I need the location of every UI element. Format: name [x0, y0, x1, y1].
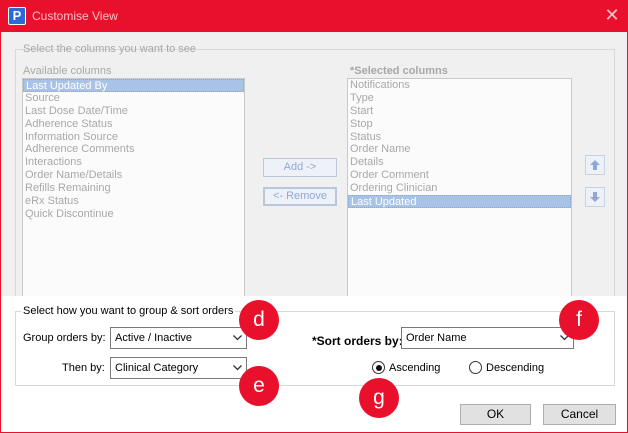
- close-icon[interactable]: ✕: [602, 5, 622, 25]
- list-item[interactable]: Interactions: [23, 156, 244, 169]
- selected-columns-list[interactable]: Notifications Type Start Stop Status Order Na…: [347, 78, 572, 300]
- list-item[interactable]: Last Updated By: [23, 79, 244, 92]
- callout-badge-g: g: [359, 378, 399, 418]
- list-item[interactable]: Order Name/Details: [23, 169, 244, 182]
- chevron-down-icon: [233, 365, 242, 371]
- list-item[interactable]: Quick Discontinue: [23, 208, 244, 221]
- arrow-down-icon: [590, 192, 600, 202]
- list-item[interactable]: Adherence Status: [23, 118, 244, 131]
- then-by-label: Then by:: [62, 362, 105, 374]
- list-item[interactable]: Adherence Comments: [23, 143, 244, 156]
- list-item[interactable]: Details: [348, 156, 571, 169]
- ok-button[interactable]: OK: [460, 404, 531, 425]
- callout-badge-e: e: [239, 366, 279, 406]
- callout-badge-f: f: [559, 300, 599, 340]
- available-columns-label: Available columns: [23, 65, 112, 77]
- callout-badge-d: d: [239, 300, 279, 340]
- group-by-value: Active / Inactive: [115, 332, 193, 344]
- title-bar: P Customise View ✕: [0, 0, 628, 32]
- descending-label[interactable]: Descending: [486, 362, 544, 374]
- remove-column-button[interactable]: <- Remove: [263, 187, 337, 206]
- list-item[interactable]: Type: [348, 92, 571, 105]
- list-item[interactable]: Ordering Clinician: [348, 182, 571, 195]
- descending-radio[interactable]: [469, 361, 482, 374]
- selected-columns-label: *Selected columns: [350, 65, 448, 77]
- group-by-label: Group orders by:: [23, 332, 106, 344]
- ascending-label[interactable]: Ascending: [389, 362, 440, 374]
- move-down-button[interactable]: [585, 187, 605, 207]
- group-by-select[interactable]: Active / Inactive: [110, 327, 247, 349]
- sort-by-value: Order Name: [406, 332, 467, 344]
- move-up-button[interactable]: [585, 155, 605, 175]
- chevron-down-icon: [233, 335, 242, 341]
- group-sort-section-label: Select how you want to group & sort orde…: [21, 305, 236, 317]
- then-by-select[interactable]: Clinical Category: [110, 357, 247, 379]
- group-sort-panel: Select how you want to group & sort orde…: [0, 296, 628, 433]
- app-logo-icon: P: [8, 7, 26, 25]
- columns-section-label: Select the columns you want to see: [23, 43, 197, 55]
- then-by-value: Clinical Category: [115, 362, 199, 374]
- cancel-button[interactable]: Cancel: [543, 404, 616, 425]
- sort-by-label: *Sort orders by:: [312, 334, 403, 348]
- ascending-radio[interactable]: [372, 361, 385, 374]
- list-item[interactable]: Order Name: [348, 143, 571, 156]
- list-item[interactable]: Status: [348, 131, 571, 144]
- list-item[interactable]: Source: [23, 92, 244, 105]
- list-item[interactable]: Refills Remaining: [23, 182, 244, 195]
- list-item[interactable]: Information Source: [23, 131, 244, 144]
- sort-by-select[interactable]: Order Name: [401, 327, 574, 349]
- available-columns-list[interactable]: Last Updated By Source Last Dose Date/Time…: [22, 78, 245, 300]
- list-item[interactable]: Notifications: [348, 79, 571, 92]
- list-item[interactable]: Stop: [348, 118, 571, 131]
- add-column-button[interactable]: Add ->: [263, 158, 337, 177]
- window-title: Customise View: [32, 9, 118, 23]
- arrow-up-icon: [590, 160, 600, 170]
- list-item[interactable]: Start: [348, 105, 571, 118]
- list-item[interactable]: Order Comment: [348, 169, 571, 182]
- list-item[interactable]: Last Updated: [348, 195, 571, 208]
- columns-panel: Select the columns you want to see Avail…: [0, 32, 628, 319]
- list-item[interactable]: eRx Status: [23, 195, 244, 208]
- list-item[interactable]: Last Dose Date/Time: [23, 105, 244, 118]
